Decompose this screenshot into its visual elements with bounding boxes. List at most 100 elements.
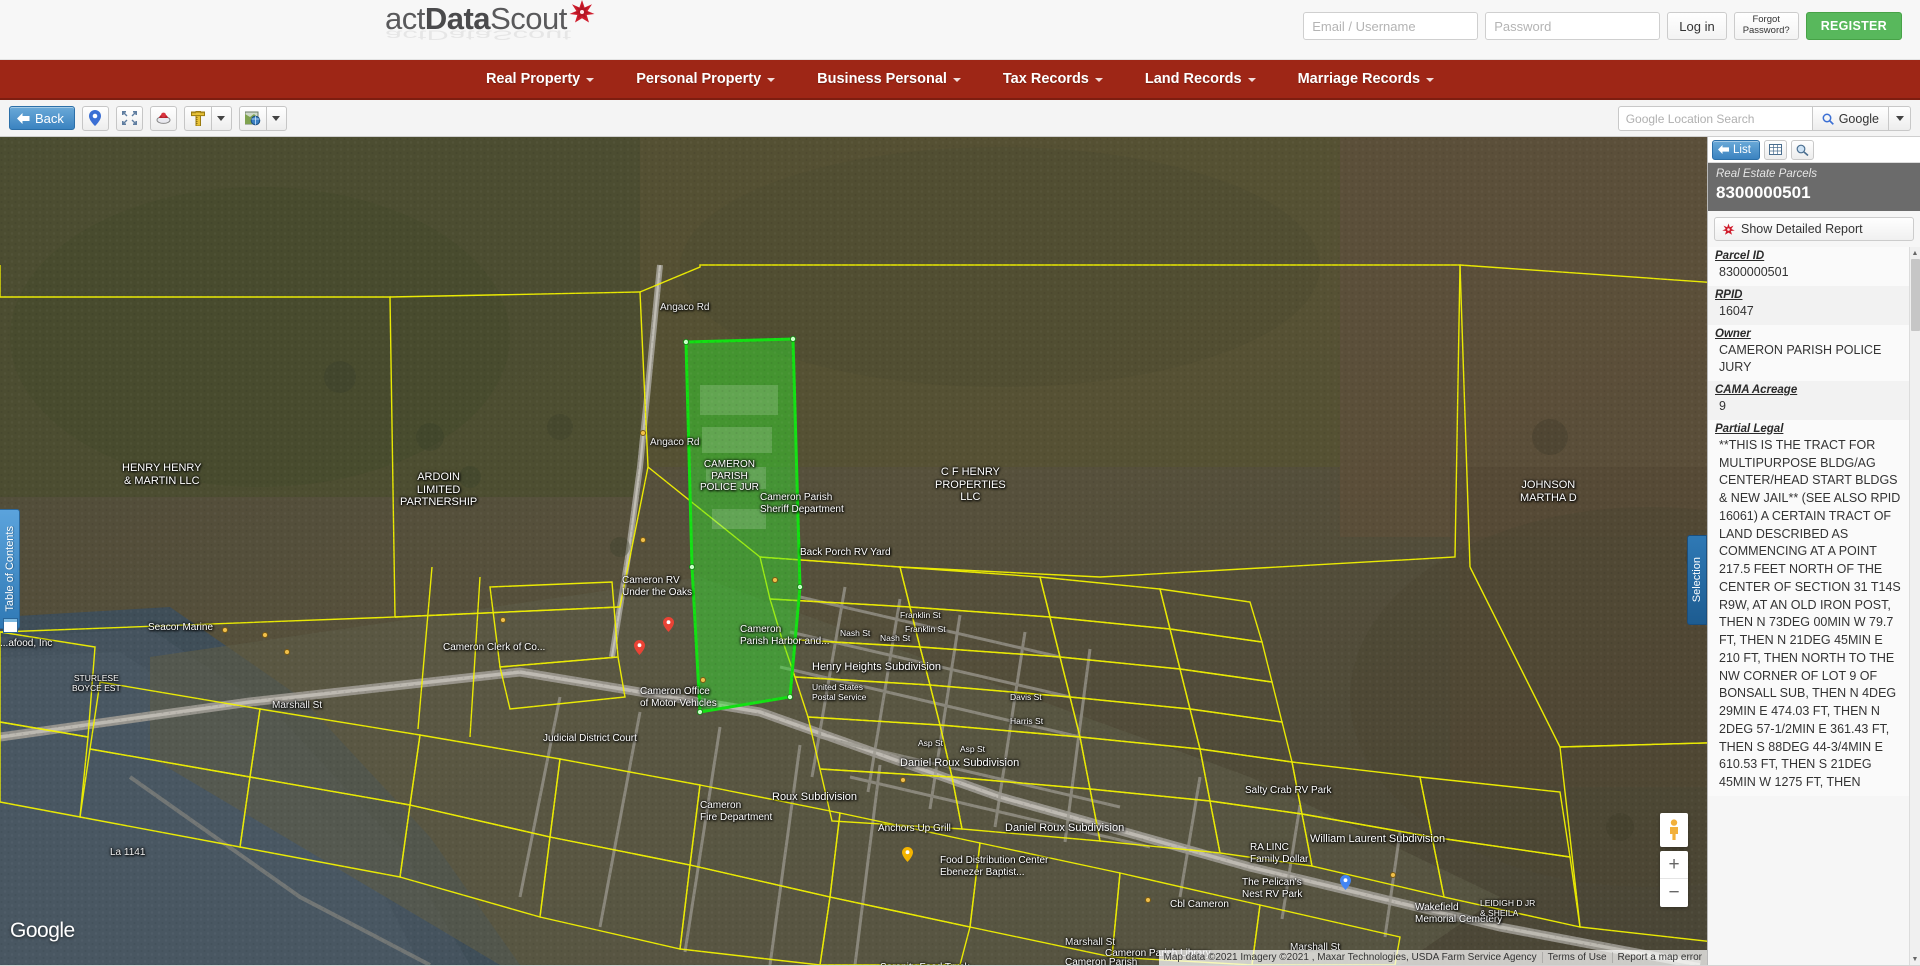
- aerial-imagery: [0, 137, 1920, 965]
- scrollbar-thumb[interactable]: [1911, 259, 1920, 331]
- forgot-password-button[interactable]: Forgot Password?: [1733, 12, 1799, 40]
- nav-marriage-records[interactable]: Marriage Records: [1277, 62, 1456, 96]
- chevron-down-icon: [767, 78, 776, 82]
- arrow-left-icon: [1718, 145, 1729, 154]
- chevron-down-icon: [1247, 78, 1256, 82]
- logo-reflection: actDataScout: [385, 27, 572, 43]
- nav-personal-property[interactable]: Personal Property: [615, 62, 796, 96]
- parcel-field-label[interactable]: Owner: [1715, 328, 1902, 340]
- zoom-in-button[interactable]: +: [1660, 851, 1688, 879]
- parcel-field-value: 8300000501: [1719, 265, 1789, 279]
- chevron-down-icon: [217, 115, 226, 121]
- map-poi-marker[interactable]: [772, 577, 778, 583]
- chevron-down-icon: [1426, 78, 1435, 82]
- map-pin-marker[interactable]: [1340, 875, 1351, 890]
- zoom-to-selection-icon[interactable]: [1790, 139, 1814, 160]
- search-icon: [1822, 113, 1834, 125]
- parcel-field-label[interactable]: RPID: [1715, 289, 1902, 301]
- map-poi-marker[interactable]: [262, 632, 268, 638]
- nav-tax-records[interactable]: Tax Records: [982, 62, 1124, 96]
- pan-extent-icon[interactable]: [115, 105, 143, 131]
- zoom-out-button[interactable]: −: [1660, 879, 1688, 907]
- back-button[interactable]: Back: [9, 106, 75, 130]
- nav-land-records[interactable]: Land Records: [1124, 62, 1277, 96]
- search-provider-dropdown[interactable]: [1889, 106, 1911, 131]
- auth-controls: Log in Forgot Password? REGISTER: [1303, 12, 1902, 40]
- red-starburst-icon: [569, 0, 595, 30]
- map-pin-marker[interactable]: [902, 847, 913, 862]
- map-poi-marker[interactable]: [640, 430, 646, 436]
- register-button[interactable]: REGISTER: [1805, 12, 1902, 40]
- map-poi-marker[interactable]: [284, 649, 290, 655]
- street-view-pegman-icon[interactable]: [1660, 813, 1688, 847]
- map-poi-marker[interactable]: [1390, 872, 1396, 878]
- identify-pin-icon[interactable]: [81, 105, 109, 131]
- search-provider-label: Google: [1838, 111, 1879, 126]
- parcel-field-label[interactable]: CAMA Acreage: [1715, 384, 1902, 396]
- selection-tab[interactable]: Selection: [1687, 535, 1707, 625]
- login-button[interactable]: Log in: [1667, 12, 1727, 40]
- parcel-field: Partial Legal **THIS IS THE TRACT FOR MUL…: [1708, 419, 1909, 796]
- measure-dropdown-button[interactable]: [210, 105, 232, 131]
- map-poi-marker[interactable]: [700, 677, 706, 683]
- attribution-copyright: Map data ©2021 Imagery ©2021 , Maxar Tec…: [1159, 952, 1543, 963]
- site-logo[interactable]: actDataScout actDataScout: [385, 0, 595, 43]
- map-poi-marker[interactable]: [222, 627, 228, 633]
- parcel-field: RPID 16047: [1708, 285, 1909, 325]
- nav-business-personal[interactable]: Business Personal: [796, 62, 982, 96]
- report-map-error-link[interactable]: Report a map error: [1613, 952, 1707, 963]
- scroll-down-arrow[interactable]: ▼: [1910, 953, 1920, 965]
- arrow-left-icon: [17, 112, 30, 124]
- list-button[interactable]: List: [1712, 139, 1760, 160]
- parcel-field: Owner CAMERON PARISH POLICE JURY: [1708, 324, 1909, 381]
- nav-label: Real Property: [485, 71, 581, 87]
- layers-globe-icon[interactable]: [238, 105, 266, 131]
- chevron-down-icon: [1895, 116, 1904, 121]
- parcel-field-label[interactable]: Parcel ID: [1715, 250, 1902, 262]
- show-detailed-report-button[interactable]: Show Detailed Report: [1714, 217, 1914, 241]
- map-canvas[interactable]: HENRY HENRY & MARTIN LLC ARDOIN LIMITED P…: [0, 137, 1920, 965]
- parcel-field-value: **THIS IS THE TRACT FOR MULTIPURPOSE BLD…: [1719, 437, 1901, 789]
- terms-of-use-link[interactable]: Terms of Use: [1543, 952, 1613, 963]
- forgot-line-2: Password?: [1742, 25, 1790, 36]
- search-input[interactable]: [1617, 106, 1813, 131]
- map-poi-marker[interactable]: [500, 617, 506, 623]
- map-pin-marker[interactable]: [663, 617, 674, 632]
- parcel-field-label[interactable]: Partial Legal: [1715, 423, 1902, 435]
- table-grid-icon[interactable]: [1763, 139, 1787, 160]
- main-navigation: Real Property Personal Property Business…: [0, 60, 1920, 100]
- map-poi-marker[interactable]: [900, 777, 906, 783]
- selection-label: Selection: [1691, 557, 1703, 603]
- site-header: actDataScout actDataScout Log in Forgot …: [0, 0, 1920, 60]
- nav-label: Business Personal: [817, 71, 947, 87]
- map-toolbar: Back Google: [0, 100, 1920, 137]
- panel-scrollbar[interactable]: ▲ ▼: [1909, 247, 1920, 965]
- map-poi-marker[interactable]: [640, 537, 646, 543]
- map-pin-marker[interactable]: [634, 640, 645, 655]
- measure-ruler-icon[interactable]: [183, 105, 211, 131]
- selection-parcel-number: 8300000501: [1716, 183, 1811, 202]
- table-of-contents-icon[interactable]: [3, 618, 18, 633]
- clear-selection-icon[interactable]: [149, 105, 177, 131]
- parcel-field-list: Parcel ID 8300000501 RPID 16047 Owner CAMERON…: [1708, 247, 1920, 965]
- show-detailed-report-label: Show Detailed Report: [1741, 222, 1863, 236]
- map-poi-marker[interactable]: [1145, 897, 1151, 903]
- layers-tool-split: [238, 105, 287, 131]
- forgot-line-1: Forgot: [1752, 14, 1780, 26]
- chevron-down-icon: [272, 115, 281, 121]
- map-attribution: Map data ©2021 Imagery ©2021 , Maxar Tec…: [1158, 950, 1707, 965]
- nav-label: Tax Records: [1002, 71, 1089, 87]
- parcel-field-value: CAMERON PARISH POLICE JURY: [1719, 342, 1882, 375]
- table-of-contents-label: Table of Contents: [3, 526, 16, 612]
- nav-label: Personal Property: [636, 71, 762, 87]
- nav-label: Land Records: [1144, 71, 1242, 87]
- search-provider-button[interactable]: Google: [1812, 106, 1889, 131]
- password-field[interactable]: [1485, 12, 1661, 40]
- chevron-down-icon: [952, 78, 961, 82]
- email-field[interactable]: [1303, 12, 1479, 40]
- back-label: Back: [35, 110, 64, 126]
- scroll-up-arrow[interactable]: ▲: [1910, 247, 1920, 259]
- table-of-contents-tab[interactable]: Table of Contents: [0, 509, 20, 629]
- layers-dropdown-button[interactable]: [265, 105, 287, 131]
- nav-real-property[interactable]: Real Property: [465, 62, 615, 96]
